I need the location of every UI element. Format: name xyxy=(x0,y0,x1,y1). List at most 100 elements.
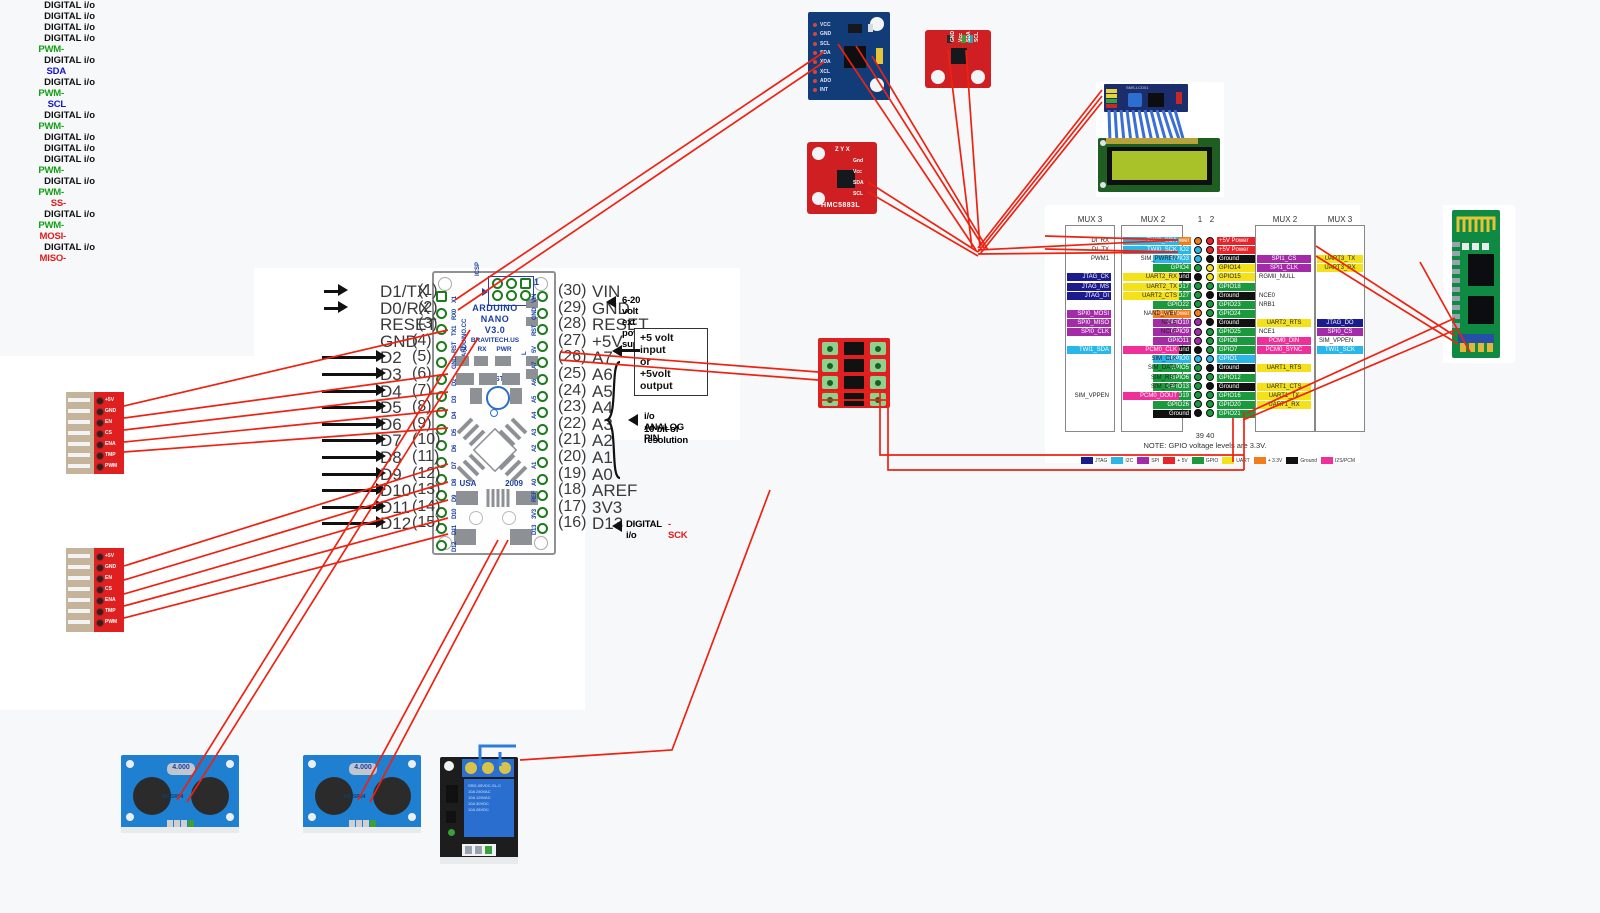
mpu6050-pin-header[interactable] xyxy=(812,20,820,94)
left-pin-number: (4) xyxy=(412,331,432,349)
gpio-dot-col2[interactable] xyxy=(1206,354,1214,363)
module-driver-a[interactable]: +5V GND EN CS ENA TMP PWM xyxy=(66,392,124,474)
gpio-dot-col1[interactable] xyxy=(1194,336,1202,345)
hcsr04-left-header[interactable] xyxy=(167,817,195,830)
gpio-dot-col1[interactable] xyxy=(1194,245,1202,254)
lcd-contrast-pot[interactable] xyxy=(1128,93,1142,107)
gpio-dot-col2[interactable] xyxy=(1206,318,1214,327)
left-pin-arrow-icon xyxy=(376,466,386,479)
gpio-legend-swatch xyxy=(1081,457,1093,465)
gpio-dot-col2[interactable] xyxy=(1206,400,1214,409)
driver-header-pin xyxy=(68,453,90,457)
left-pin-number: (10) xyxy=(412,431,441,449)
module-level-shifter[interactable] xyxy=(818,338,890,408)
module-mpu6050[interactable]: VCC GND SCL SDA XDA XCL ADO INT xyxy=(808,12,890,100)
left-pin-pwm: PWM- xyxy=(38,165,64,176)
gpio-cell-mux3-right: SPI0_CS xyxy=(1317,328,1363,336)
gpio-dot-col2[interactable] xyxy=(1206,327,1214,336)
hc05-header[interactable] xyxy=(1458,334,1494,352)
module-relay[interactable]: SRD-05VDC-SL-C 10A 250VAC 10A 125VAC 10A 30… xyxy=(440,757,518,864)
gpio-dot-col1[interactable] xyxy=(1194,282,1202,290)
led-label-rx: RX xyxy=(477,346,487,353)
gpio-dot-col2[interactable] xyxy=(1206,363,1214,372)
module-hmc5883l[interactable]: Z Y X HMC5883L Gnd Vcc SDA SCL xyxy=(807,142,877,214)
left-pin-arrow-icon xyxy=(376,483,386,496)
hcsr04-right-bottom-pins xyxy=(303,827,421,833)
gpio-dot-col2[interactable] xyxy=(1206,282,1214,290)
hmc5883l-header[interactable] xyxy=(865,156,875,200)
gpio-dot-col1[interactable] xyxy=(1194,345,1202,354)
gpio-dot-col1[interactable] xyxy=(1194,409,1202,418)
d13-note-text: DIGITAL i/o xyxy=(626,519,662,541)
gpio-dot-col2[interactable] xyxy=(1206,236,1214,245)
module-hc05-bluetooth[interactable] xyxy=(1452,210,1500,358)
relay-led xyxy=(448,829,455,836)
smd-left2 xyxy=(479,373,497,385)
gpio-dot-col1[interactable] xyxy=(1194,236,1202,245)
gpio-dot-col2[interactable] xyxy=(1206,373,1214,381)
lcd-hole-bl xyxy=(1100,182,1106,188)
gpio-dot-col1[interactable] xyxy=(1194,400,1202,409)
module-hcsr04-left[interactable]: 4.000 HC-SR04 xyxy=(121,755,239,833)
nano-model-text: NANO xyxy=(480,314,510,324)
nano-right-header[interactable] xyxy=(528,271,552,551)
module-driver-b[interactable]: +5V GND EN CS ENA TMP PWM xyxy=(66,548,124,632)
driver-solder-dot xyxy=(96,553,104,561)
module-lcd1602[interactable]: SMS-LCD01 xyxy=(1098,84,1222,194)
gpio-dot-col2[interactable] xyxy=(1206,300,1214,309)
relay-optocoupler xyxy=(446,785,458,803)
gpio-dot-col1[interactable] xyxy=(1194,263,1202,272)
mpu6050-cap1 xyxy=(868,24,873,32)
level-shifter-hole xyxy=(827,363,833,369)
gpio-dot-col2[interactable] xyxy=(1206,309,1214,318)
gpio-dot-col2[interactable] xyxy=(1206,245,1214,254)
gpio-dot-col1[interactable] xyxy=(1194,373,1202,381)
gpio-dot-col1[interactable] xyxy=(1194,391,1202,400)
gpio-dot-col1[interactable] xyxy=(1194,254,1202,263)
gpio-dot-col2[interactable] xyxy=(1206,382,1214,391)
nano-version-text: V3.0 xyxy=(484,325,506,335)
gpio-dot-col1[interactable] xyxy=(1194,354,1202,363)
gpio-dot-col1[interactable] xyxy=(1194,291,1202,300)
level-shifter-hole xyxy=(827,346,833,352)
gpio-dot-col1[interactable] xyxy=(1194,382,1202,391)
gpio-dot-col2[interactable] xyxy=(1206,345,1214,354)
left-pin-function-wrap: DIGITAL i/o xyxy=(44,132,95,143)
gpio-dot-col2[interactable] xyxy=(1206,391,1214,400)
gpio-dot-col2[interactable] xyxy=(1206,291,1214,300)
module-hcsr04-right[interactable]: 4.000 HC-SR04 xyxy=(303,755,421,833)
gpio-dot-col1[interactable] xyxy=(1194,327,1202,336)
gpio-dot-col1[interactable] xyxy=(1194,309,1202,318)
mpu6050-chip xyxy=(844,46,866,68)
gpio-dot-col1[interactable] xyxy=(1194,300,1202,309)
gpio-dot-col1[interactable] xyxy=(1194,363,1202,372)
mpu6050-cap2 xyxy=(876,48,883,64)
lcd-backpack-pins[interactable] xyxy=(1106,89,1117,108)
relay-input-header[interactable] xyxy=(462,843,496,856)
gpio-dot-col2[interactable] xyxy=(1206,336,1214,345)
right-pin-number: (20) xyxy=(558,448,587,465)
lcd-i2c-backpack[interactable]: SMS-LCD01 xyxy=(1104,84,1188,143)
hcsr04-right-header[interactable] xyxy=(349,817,377,830)
hcsr04-left-bottom-pins xyxy=(121,827,239,833)
hc05-shield-bottom xyxy=(1468,296,1494,324)
gpio-cell-mux2-left: SIM_RST xyxy=(1150,374,1177,381)
icsp-pad[interactable] xyxy=(506,290,517,301)
gpio-dot-col2[interactable] xyxy=(1206,272,1214,281)
left-pin-number: (3) xyxy=(418,315,438,333)
usb-screw-right xyxy=(502,511,516,525)
gpio-dot-col2[interactable] xyxy=(1206,409,1214,418)
gpio-dot-col2[interactable] xyxy=(1206,263,1214,272)
module-pin-label: SDA xyxy=(966,31,972,42)
module-i2c-sensor[interactable]: GND Vcc SDA SCL xyxy=(925,30,991,88)
icsp-pad[interactable] xyxy=(506,278,517,289)
lcd-backpack-jumper[interactable] xyxy=(1176,92,1182,104)
gpio-dot-col2[interactable] xyxy=(1206,254,1214,263)
gpio-dot-col1[interactable] xyxy=(1194,272,1202,281)
gpio-dot-col1[interactable] xyxy=(1194,318,1202,327)
hmc5883l-hole-tl xyxy=(812,147,825,160)
hc05-left-pads-svg xyxy=(1452,242,1460,328)
lcd-backpack-silk: SMS-LCD01 xyxy=(1126,85,1149,90)
icsp-pad[interactable] xyxy=(492,290,503,301)
icsp-pad[interactable] xyxy=(492,278,503,289)
